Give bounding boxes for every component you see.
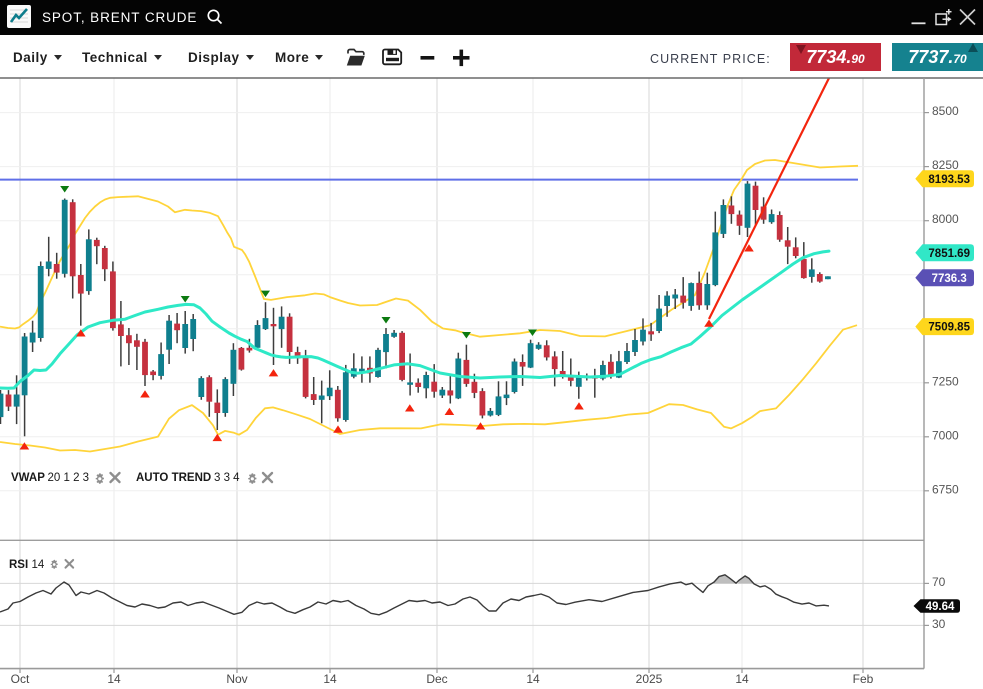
svg-text:14: 14 [323, 672, 337, 686]
svg-text:Nov: Nov [226, 672, 247, 686]
svg-text:20 1 2 3: 20 1 2 3 [48, 472, 90, 484]
svg-text:Feb: Feb [853, 672, 874, 686]
svg-text:8193.53: 8193.53 [928, 174, 970, 186]
svg-text:3 3 4: 3 3 4 [214, 472, 240, 484]
svg-text:70: 70 [932, 575, 946, 589]
svg-text:14: 14 [32, 559, 45, 571]
svg-text:7509.85: 7509.85 [928, 322, 970, 334]
svg-text:8000: 8000 [932, 212, 959, 226]
svg-text:7250: 7250 [932, 374, 959, 388]
svg-text:8250: 8250 [932, 158, 959, 172]
svg-text:6750: 6750 [932, 482, 959, 496]
svg-text:7851.69: 7851.69 [928, 248, 970, 260]
svg-text:AUTO TREND: AUTO TREND [136, 472, 211, 484]
svg-text:14: 14 [526, 672, 540, 686]
svg-text:14: 14 [107, 672, 121, 686]
svg-text:Oct: Oct [11, 672, 30, 686]
svg-text:7736.3: 7736.3 [932, 273, 967, 285]
svg-text:VWAP: VWAP [11, 472, 45, 484]
svg-text:7000: 7000 [932, 428, 959, 442]
svg-text:8500: 8500 [932, 104, 959, 118]
svg-text:49.64: 49.64 [926, 601, 955, 613]
svg-text:2025: 2025 [636, 672, 663, 686]
svg-text:Dec: Dec [426, 672, 447, 686]
svg-text:30: 30 [932, 617, 946, 631]
svg-text:14: 14 [735, 672, 749, 686]
svg-text:RSI: RSI [9, 559, 28, 571]
